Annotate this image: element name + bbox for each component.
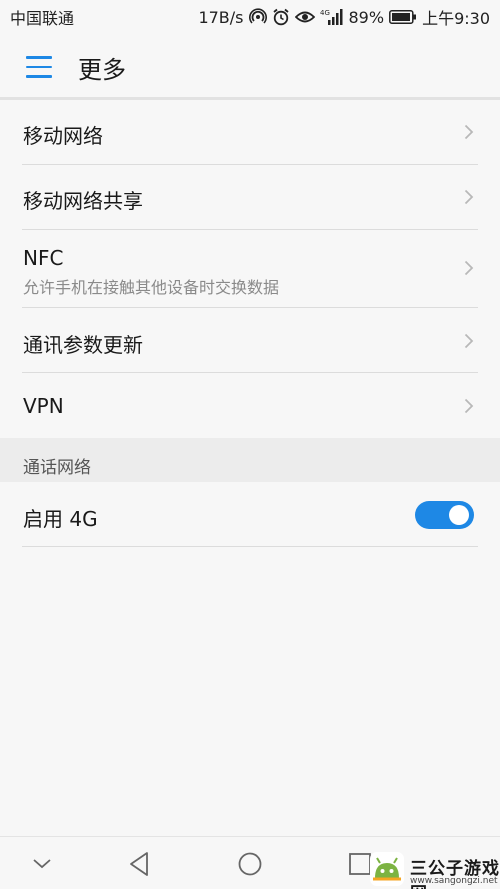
eye-comfort-icon [294,9,315,25]
app-bar: 更多 [0,34,500,98]
list-item-subtitle: 允许手机在接触其他设备时交换数据 [23,278,280,297]
signal-icon: 4G [320,8,344,26]
clock-time: 上午9:30 [422,9,490,28]
list-item-nfc[interactable]: NFC 允许手机在接触其他设备时交换数据 [0,230,500,307]
list-item-label: NFC [23,246,64,270]
status-icons: 17B/s 4G 89% 上午9:30 [198,5,490,29]
menu-icon[interactable] [26,56,52,78]
watermark-url: www.sangongzi.net [410,876,498,886]
battery-icon [389,10,417,24]
list-item-label: 通讯参数更新 [23,333,143,357]
svg-text:4G: 4G [320,9,330,17]
hotspot-icon [248,8,267,26]
chevron-right-icon [464,260,474,276]
list-item-carrier-update[interactable]: 通讯参数更新 [0,308,500,372]
list-item-label: 启用 4G [23,507,98,531]
alarm-icon [272,8,290,26]
chevron-right-icon [464,189,474,205]
enable-4g-toggle[interactable] [415,501,474,529]
status-bar: 中国联通 17B/s 4G 89% 上午9:30 [0,0,500,34]
watermark: 三公子游戏网 www.sangongzi.net [366,852,500,889]
divider [22,546,478,547]
section-header: 通话网络 [0,438,500,482]
toggle-knob [449,505,469,525]
list-item-mobile-network[interactable]: 移动网络 [0,100,500,164]
network-speed: 17B/s [198,7,244,27]
chevron-right-icon [464,124,474,140]
collapse-nav-icon[interactable] [27,849,57,879]
list-item-vpn[interactable]: VPN [0,373,500,438]
page-title: 更多 [78,56,126,84]
chevron-right-icon [464,398,474,414]
carrier-label: 中国联通 [10,9,75,28]
back-icon[interactable] [124,849,154,879]
android-logo-icon [370,852,404,886]
battery-percent: 89% [348,7,385,27]
list-item-tethering[interactable]: 移动网络共享 [0,165,500,229]
list-item-label: 移动网络共享 [23,189,143,213]
chevron-right-icon [464,333,474,349]
list-item-label: VPN [23,394,64,418]
list-item-label: 移动网络 [23,124,103,148]
section-title: 通话网络 [23,458,91,478]
home-icon[interactable] [235,849,265,879]
